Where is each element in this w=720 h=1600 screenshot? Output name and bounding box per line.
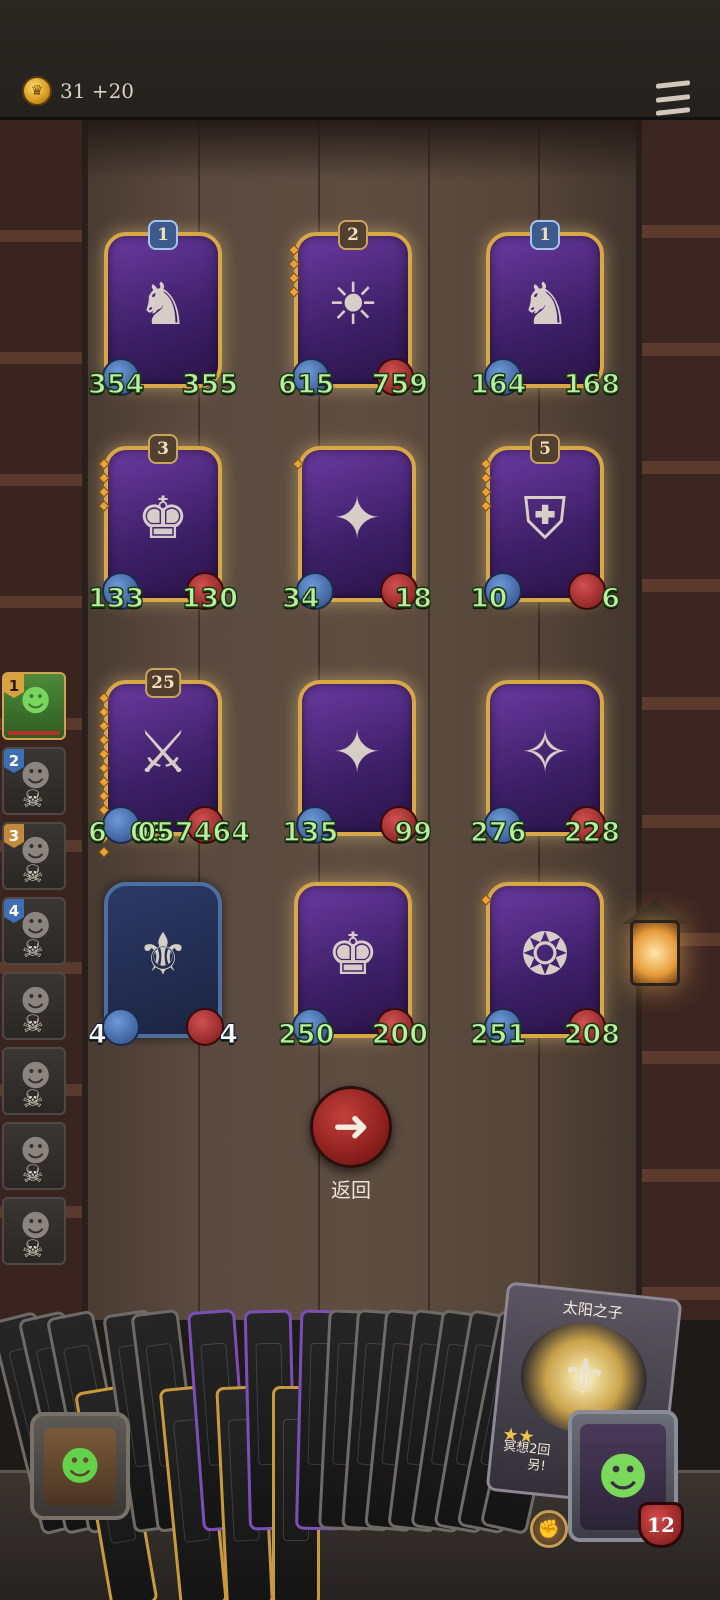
gold-counter: ♛ 31 +20 xyxy=(22,76,134,106)
hero-card[interactable]: ✧ 276 228 xyxy=(469,680,621,849)
card-attack: 10 xyxy=(469,582,508,615)
card-health: 228 xyxy=(563,816,621,849)
lantern-icon xyxy=(622,900,688,1000)
card-level-badge: 2 xyxy=(338,220,368,250)
elf-priestess-icon: ❂ xyxy=(520,920,570,988)
hero-card[interactable]: ♞ 1 354 355 xyxy=(87,220,239,401)
blue-hair-mage-icon: ✦ xyxy=(332,718,382,786)
sun-paladin-icon: ⚜ xyxy=(137,920,189,988)
card-attack: 276 xyxy=(469,816,527,849)
opponent-slot[interactable]: 3 ☻ ☠ xyxy=(2,822,66,890)
card-attack: 4 xyxy=(88,1019,108,1051)
arrow-left-icon: ➜ xyxy=(332,1101,370,1152)
card-attack: 250 xyxy=(277,1018,335,1051)
unicorn-knight-icon: ♞ xyxy=(137,270,189,338)
card-attack: 133 xyxy=(87,582,145,615)
upgrade-pips xyxy=(480,894,492,906)
card-attack: 354 xyxy=(87,368,145,401)
top-bar: ♛ 31 +20 xyxy=(0,0,720,120)
card-health: 355 xyxy=(181,368,239,401)
skull-icon: ☠ xyxy=(22,1235,44,1263)
shield-knight-icon: ⛨ xyxy=(523,483,567,552)
opponent-list: 1 ☻ 2 ☻ ☠ 3 ☻ ☠ 4 ☻ ☠ ☻ ☠ ☻ ☠ ☻ ☠ ☻ ☠ xyxy=(2,672,68,1272)
card-health: 18 xyxy=(394,582,433,615)
card-health: 6 xyxy=(600,582,620,615)
skull-icon: ☠ xyxy=(22,1010,44,1038)
sun-boy-icon: ☀ xyxy=(327,270,379,338)
hero-card[interactable]: ♚ 250 200 xyxy=(277,882,429,1051)
hero-card[interactable]: ⛨ 5 10 6 xyxy=(469,434,621,615)
card-health: 208 xyxy=(563,1018,621,1051)
card-attack: 615 xyxy=(277,368,335,401)
card-health: 057464 xyxy=(137,816,251,849)
card-description: 冥想2回 另! xyxy=(501,1439,551,1476)
fist-icon[interactable]: ✊ xyxy=(530,1510,568,1548)
gold-text: 31 +20 xyxy=(60,79,135,103)
card-level-badge: 3 xyxy=(148,434,178,464)
hero-card[interactable]: ✦ 135 99 xyxy=(281,680,433,849)
card-attack: 34 xyxy=(281,582,320,615)
card-attack: 251 xyxy=(469,1018,527,1051)
opponent-slot[interactable]: ☻ ☠ xyxy=(2,1197,66,1265)
card-level-badge: 1 xyxy=(148,220,178,250)
twin-assassins-icon: ⚔ xyxy=(137,718,189,786)
card-attack: 135 xyxy=(281,816,339,849)
arch-shadow xyxy=(82,120,642,180)
skull-icon: ☠ xyxy=(22,860,44,888)
player-hp-badge: 12 xyxy=(638,1502,684,1548)
upgrade-pips xyxy=(480,458,492,512)
skull-icon: ☠ xyxy=(22,1085,44,1113)
blue-hair-mage-icon: ✦ xyxy=(332,484,382,552)
hero-card[interactable]: ♞ 1 164 168 xyxy=(469,220,621,401)
card-health: 759 xyxy=(371,368,429,401)
card-attack: 164 xyxy=(469,368,527,401)
upgrade-pips xyxy=(292,458,304,470)
return-button[interactable]: ➜ xyxy=(310,1086,392,1168)
skull-icon: ☠ xyxy=(22,1160,44,1188)
hero-card[interactable]: ☀ 2 615 759 xyxy=(277,220,429,401)
upgrade-pips xyxy=(288,244,300,298)
return-label: 返回 xyxy=(331,1178,371,1202)
hero-card[interactable]: ⚜ 4 4 xyxy=(88,882,238,1051)
hero-card[interactable]: ⚔ 25 6 05 057464 xyxy=(87,668,251,858)
hero-card[interactable]: ♚ 3 133 130 xyxy=(87,434,239,615)
card-health: 130 xyxy=(181,582,239,615)
opponent-slot[interactable]: ☻ ☠ xyxy=(2,1047,66,1115)
unicorn-knight-icon: ♞ xyxy=(519,270,571,338)
card-health: 168 xyxy=(563,368,621,401)
card-attack: 6 xyxy=(87,816,107,849)
card-level-badge: 1 xyxy=(530,220,560,250)
upgrade-pips xyxy=(98,458,110,512)
opponent-slot[interactable]: ☻ ☠ xyxy=(2,1122,66,1190)
opponent-slot[interactable]: 4 ☻ ☠ xyxy=(2,897,66,965)
opponent-slot[interactable]: ☻ ☠ xyxy=(2,972,66,1040)
card-level-badge: 25 xyxy=(145,668,181,698)
opponent-slot[interactable]: 2 ☻ ☠ xyxy=(2,747,66,815)
crown-coin-icon: ♛ xyxy=(22,76,52,106)
opponent-hp-bar xyxy=(8,731,60,735)
card-level-badge: 5 xyxy=(530,434,560,464)
goblin-portrait-icon: ☻ xyxy=(44,1428,116,1506)
attack-orb-icon xyxy=(102,1008,140,1046)
opponent-portrait-icon: ☻ xyxy=(20,684,52,719)
hero-card[interactable]: ✦ 34 18 xyxy=(281,446,433,615)
bearded-king-icon: ♚ xyxy=(327,920,379,988)
hero-card[interactable]: ❂ 251 208 xyxy=(469,882,621,1051)
elf-sorceress-icon: ✧ xyxy=(520,718,570,786)
card-health: 200 xyxy=(371,1018,429,1051)
deck-button[interactable]: ☻ xyxy=(30,1412,130,1520)
hamburger-menu-icon[interactable] xyxy=(656,80,690,116)
skull-icon: ☠ xyxy=(22,935,44,963)
bearded-king-icon: ♚ xyxy=(137,484,189,552)
card-health: 99 xyxy=(394,816,433,849)
skull-icon: ☠ xyxy=(22,785,44,813)
card-health: 4 xyxy=(219,1019,239,1051)
opponent-slot[interactable]: 1 ☻ xyxy=(2,672,66,740)
